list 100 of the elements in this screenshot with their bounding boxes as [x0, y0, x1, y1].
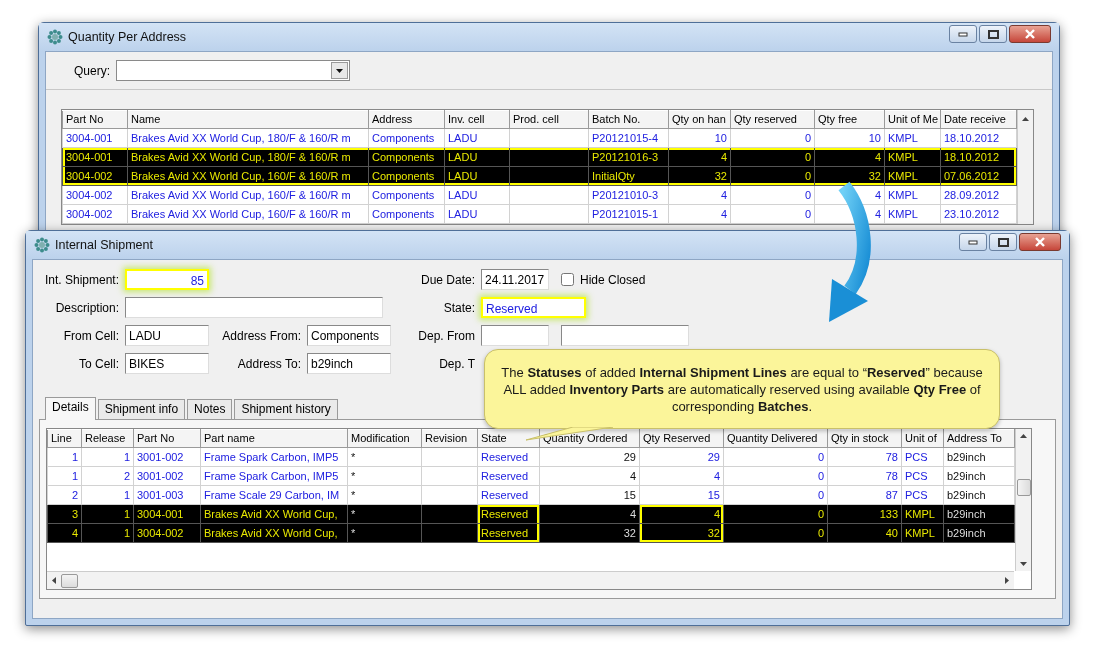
column-header[interactable]: Name: [127, 110, 369, 129]
column-header[interactable]: Quantity Delivered: [723, 429, 828, 448]
column-header[interactable]: Unit of: [901, 429, 944, 448]
column-header[interactable]: Prod. cell: [509, 110, 589, 129]
column-header[interactable]: Inv. cell: [444, 110, 510, 129]
table-row[interactable]: 2 1 3001-003 Frame Scale 29 Carbon, IM * Reserved 15 15 0 87 PCS b29inch: [47, 485, 1015, 505]
column-header[interactable]: Part name: [200, 429, 348, 448]
field-label: Dep. From: [417, 327, 475, 345]
table-cell: Brakes Avid XX World Cup, 160/F & 160/R m: [127, 166, 369, 186]
table-cell: PCS: [901, 447, 944, 467]
table-row[interactable]: 3004-002 Brakes Avid XX World Cup, 160/F & 160/R m Components LADU P20121015-1 4 0 4 KMPL 23.10.2012: [62, 204, 1017, 224]
column-header[interactable]: Qty on han: [668, 110, 731, 129]
input-field[interactable]: [481, 325, 549, 346]
scroll-up-icon: [1021, 116, 1030, 122]
tab[interactable]: Shipment info: [97, 399, 186, 419]
table-cell: 3004-001: [62, 147, 128, 167]
close-button[interactable]: [1019, 233, 1061, 251]
column-header[interactable]: Part No: [62, 110, 128, 129]
column-header[interactable]: Line: [47, 429, 82, 448]
table-cell: Brakes Avid XX World Cup, 160/F & 160/R m: [127, 185, 369, 205]
table-cell: Components: [368, 128, 445, 148]
table-cell: KMPL: [901, 504, 944, 524]
input-field[interactable]: 24.11.2017: [481, 269, 549, 290]
hide-closed-checkbox[interactable]: [561, 273, 574, 286]
input-field[interactable]: LADU: [125, 325, 209, 346]
scroll-thumb[interactable]: [1016, 479, 1031, 496]
table-cell: b29inch: [943, 485, 1015, 505]
table-row[interactable]: 3004-001 Brakes Avid XX World Cup, 180/F & 160/R m Components LADU P20121015-4 10 0 10 KMPL 18.10.2012: [62, 128, 1017, 148]
table-row[interactable]: 3004-002 Brakes Avid XX World Cup, 160/F & 160/R m Components LADU P20121010-3 4 0 4 KMPL 28.09.2012: [62, 185, 1017, 205]
table-cell: 2: [47, 485, 82, 505]
input-field[interactable]: [561, 325, 689, 346]
input-field[interactable]: Components: [307, 325, 391, 346]
table-cell: 0: [723, 466, 828, 486]
column-header[interactable]: Batch No.: [588, 110, 669, 129]
table-cell: b29inch: [943, 523, 1015, 543]
table-cell: LADU: [444, 166, 510, 186]
scroll-thumb[interactable]: [61, 573, 78, 588]
column-header[interactable]: State: [477, 429, 540, 448]
table-cell: 78: [827, 466, 902, 486]
column-header[interactable]: Unit of Me: [884, 110, 941, 129]
table-cell: b29inch: [943, 504, 1015, 524]
close-button[interactable]: [1009, 25, 1051, 43]
table-cell: 1: [47, 447, 82, 467]
input-field[interactable]: b29inch: [307, 353, 391, 374]
table-cell: *: [347, 466, 422, 486]
table-cell: Brakes Avid XX World Cup, 180/F & 160/R m: [127, 147, 369, 167]
table-cell: 0: [723, 485, 828, 505]
field-label: Int. Shipment:: [43, 271, 119, 289]
table-cell: 4: [814, 147, 885, 167]
scrollbar[interactable]: [1015, 429, 1031, 571]
table-cell: 4: [668, 204, 731, 224]
column-header[interactable]: Release: [81, 429, 134, 448]
table-cell: 3004-002: [133, 523, 201, 543]
table-row[interactable]: 1 2 3001-002 Frame Spark Carbon, IMP5 * Reserved 4 4 0 78 PCS b29inch: [47, 466, 1015, 486]
table-cell: 18.10.2012: [940, 128, 1017, 148]
input-field[interactable]: [125, 297, 383, 318]
table-cell: 4: [539, 504, 640, 524]
table-cell: 18.10.2012: [940, 147, 1017, 167]
column-header[interactable]: Qty in stock: [827, 429, 902, 448]
table-cell: P20121015-1: [588, 204, 669, 224]
tab[interactable]: Notes: [187, 399, 233, 419]
table-cell: LADU: [444, 204, 510, 224]
input-field[interactable]: BIKES: [125, 353, 209, 374]
column-header[interactable]: Date receive: [940, 110, 1017, 129]
table-cell: 4: [668, 185, 731, 205]
table-cell: 0: [723, 504, 828, 524]
column-header[interactable]: Qty reserved: [730, 110, 815, 129]
tab[interactable]: Details: [45, 397, 96, 420]
table-cell: Reserved: [477, 504, 540, 524]
column-header[interactable]: Modification: [347, 429, 422, 448]
column-header[interactable]: Revision: [421, 429, 478, 448]
field-label: Dep. T: [438, 355, 475, 373]
column-header[interactable]: Qty free: [814, 110, 885, 129]
column-header[interactable]: Address To: [943, 429, 1015, 448]
table-cell: 3004-002: [62, 166, 128, 186]
table-cell: 1: [81, 523, 134, 543]
maximize-button[interactable]: [989, 233, 1017, 251]
column-header[interactable]: Part No: [133, 429, 201, 448]
field-label: State:: [442, 299, 475, 317]
input-field[interactable]: Reserved: [481, 297, 586, 318]
minimize-icon: [968, 239, 978, 245]
table-cell: Components: [368, 147, 445, 167]
table-cell: 133: [827, 504, 902, 524]
table-row[interactable]: 1 1 3001-002 Frame Spark Carbon, IMP5 * Reserved 29 29 0 78 PCS b29inch: [47, 447, 1015, 467]
column-header[interactable]: Qty Reserved: [639, 429, 724, 448]
table-cell: 23.10.2012: [940, 204, 1017, 224]
caret-icon: [335, 67, 344, 74]
maximize-button[interactable]: [979, 25, 1007, 43]
table-cell: 10: [814, 128, 885, 148]
table-cell: *: [347, 447, 422, 467]
input-field[interactable]: 85: [125, 269, 209, 290]
table-cell: 4: [639, 504, 724, 524]
tab[interactable]: Shipment history: [234, 399, 338, 419]
table-cell: 15: [539, 485, 640, 505]
close-icon: [1034, 237, 1046, 247]
table-cell: *: [347, 504, 422, 524]
query-dropdown[interactable]: [116, 60, 350, 81]
table-cell: 1: [81, 447, 134, 467]
column-header[interactable]: Address: [368, 110, 445, 129]
scrollbar[interactable]: [47, 571, 1014, 589]
